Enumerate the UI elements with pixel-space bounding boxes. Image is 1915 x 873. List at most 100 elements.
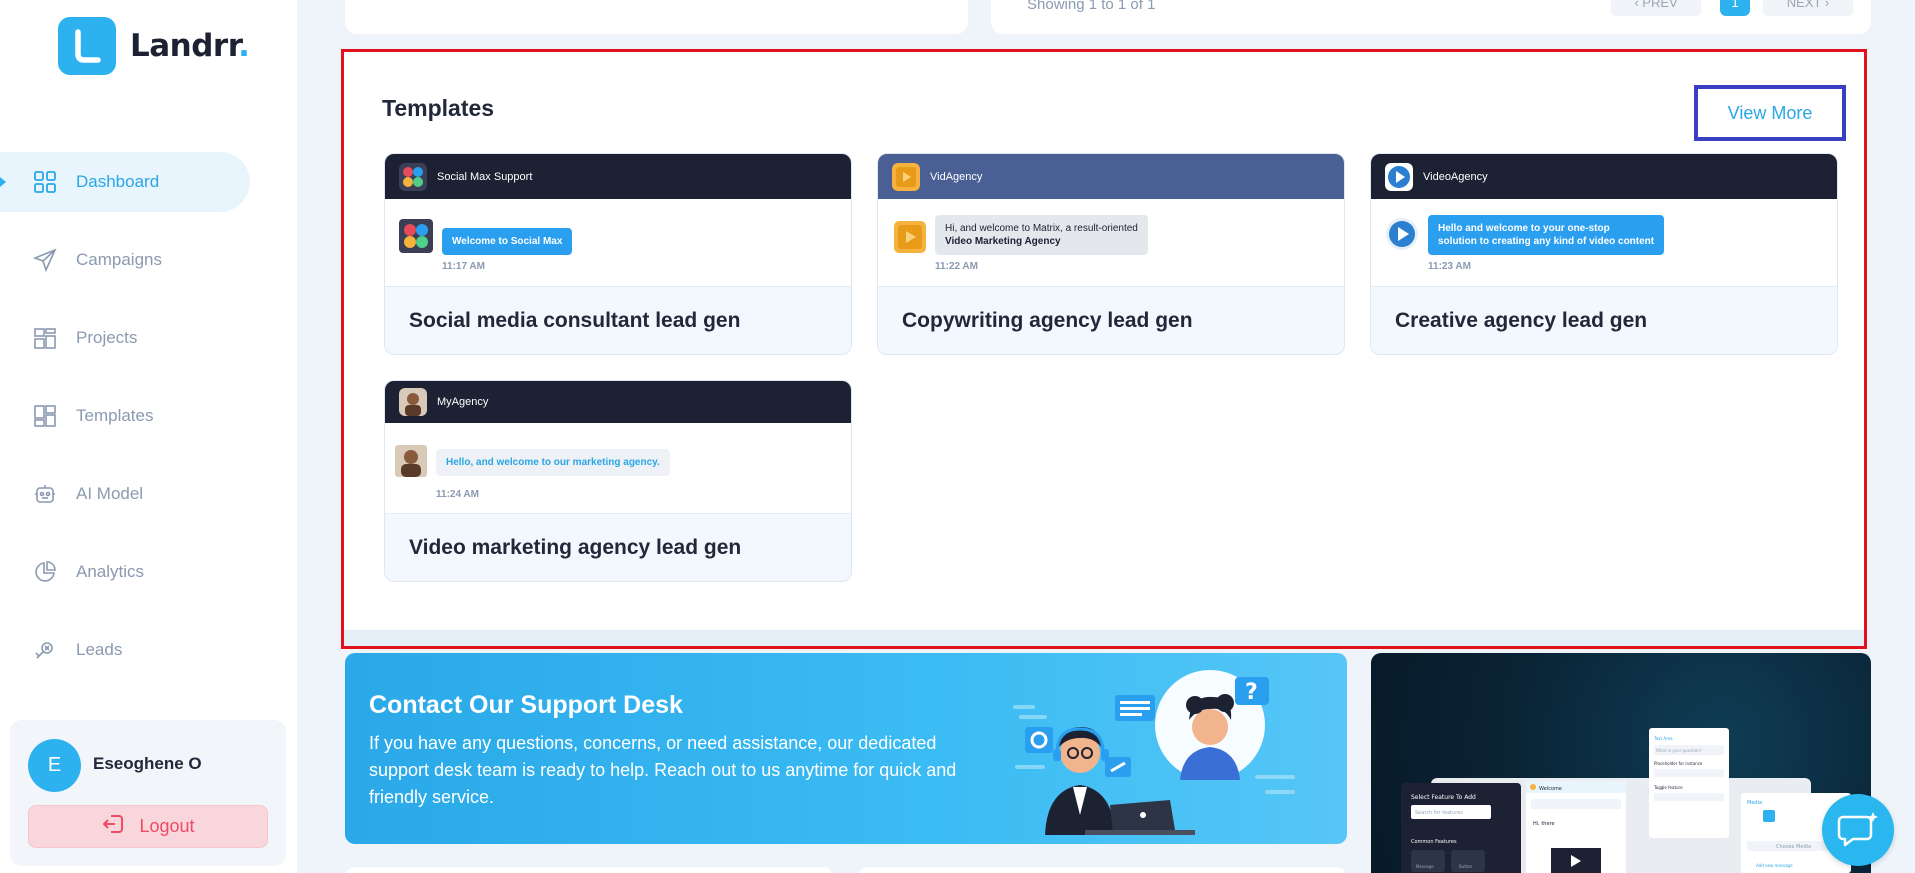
sidebar-item-templates[interactable]: Templates [0, 386, 297, 446]
logout-button[interactable]: Logout [28, 805, 268, 848]
template-title: Copywriting agency lead gen [902, 309, 1193, 332]
preview-body: Hello and welcome to your one-stop solut… [1371, 199, 1837, 287]
svg-text:Search for features: Search for features [1415, 810, 1463, 816]
preview-bot-name: VidAgency [930, 170, 983, 183]
svg-text:Placeholder for instance: Placeholder for instance [1654, 761, 1703, 766]
sidebar: Landrr. Dashboard Campaigns Projects Tem… [0, 0, 297, 873]
preview-message: Hello, and welcome to our marketing agen… [436, 449, 670, 476]
preview-bot-name: Social Max Support [437, 170, 533, 183]
projects-icon [33, 326, 57, 350]
template-card[interactable]: Social Max Support Welcome to Social Max… [384, 153, 852, 355]
top-card [345, 0, 968, 34]
sidebar-item-label: Leads [76, 640, 123, 659]
preview-header: MyAgency [385, 381, 851, 423]
svg-text:Hi, there: Hi, there [1533, 821, 1555, 827]
leads-icon [33, 638, 57, 662]
agency-photo-icon [395, 445, 427, 477]
sidebar-item-label: Projects [76, 328, 138, 347]
svg-text:What is your question?: What is your question? [1656, 748, 1702, 753]
support-body: If you have any questions, concerns, or … [369, 733, 957, 807]
sidebar-item-label: AI Model [76, 484, 144, 503]
preview-time: 11:22 AM [935, 261, 978, 272]
social-max-icon [399, 162, 427, 191]
chat-icon [1837, 812, 1878, 847]
template-card[interactable]: VideoAgency Hello and welcome to your on… [1370, 153, 1838, 355]
preview-time: 11:24 AM [436, 489, 479, 500]
builder-mockup: Select Feature To Add Search for feature… [1401, 728, 1851, 873]
support-banner: Contact Our Support Desk If you have any… [345, 653, 1347, 844]
templates-icon [33, 404, 57, 428]
panel-title: Select Feature To Add [1411, 794, 1476, 801]
paper-plane-icon [33, 248, 57, 272]
sidebar-item-label: Campaigns [76, 250, 162, 269]
template-preview: VideoAgency Hello and welcome to your on… [1371, 154, 1837, 287]
avatar[interactable]: E [28, 739, 81, 792]
brand-name: Landrr. [130, 28, 250, 64]
template-preview: VidAgency Hi, and welcome to Matrix, a r… [878, 154, 1344, 287]
preview-message: Hello and welcome to your one-stop solut… [1428, 215, 1665, 255]
svg-text:Message: Message [1416, 864, 1434, 869]
page-button[interactable]: 1 [1720, 0, 1750, 16]
sidebar-item-campaigns[interactable]: Campaigns [0, 230, 297, 290]
video-play-avatar-icon [1386, 218, 1418, 250]
template-preview: Social Max Support Welcome to Social Max… [385, 154, 851, 287]
feature-promo-card[interactable]: Select Feature To Add Search for feature… [1371, 653, 1871, 873]
showing-text: Showing 1 to 1 of 1 [1027, 0, 1156, 13]
sidebar-item-label: Analytics [76, 562, 145, 581]
pie-chart-icon [33, 560, 57, 584]
preview-body: Hi, and welcome to Matrix, a result-orie… [878, 199, 1344, 287]
svg-text:?: ? [1245, 680, 1258, 705]
svg-text:Button: Button [1459, 864, 1473, 869]
sidebar-item-projects[interactable]: Projects [0, 308, 297, 368]
template-card[interactable]: MyAgency Hello, and welcome to our marke… [384, 380, 852, 582]
svg-text:Text Area: Text Area [1653, 736, 1673, 741]
user-card: E Eseoghene O Logout [10, 720, 286, 866]
support-illustration: ? [1013, 670, 1295, 835]
preview-bot-name: VideoAgency [1423, 170, 1488, 183]
support-title: Contact Our Support Desk [369, 691, 683, 719]
view-more-button[interactable]: View More [1694, 85, 1846, 141]
logout-icon [101, 813, 125, 840]
preview-header: VidAgency [878, 154, 1344, 199]
svg-text:Choose Media: Choose Media [1776, 844, 1811, 850]
preview-body: Welcome to Social Max 11:17 AM [385, 199, 851, 287]
svg-text:Toggle feature: Toggle feature [1653, 785, 1683, 790]
section-title: Templates [382, 95, 495, 121]
svg-text:Welcome: Welcome [1539, 786, 1562, 792]
preview-body: Hello, and welcome to our marketing agen… [385, 423, 851, 511]
preview-time: 11:17 AM [442, 261, 485, 272]
prev-button[interactable]: ‹ PREV [1611, 0, 1701, 16]
brand-logo[interactable]: Landrr. [58, 17, 250, 75]
robot-icon [33, 482, 57, 506]
templates-section: Templates View More Social Max Support W… [341, 49, 1867, 649]
sidebar-item-ai-model[interactable]: AI Model [0, 464, 297, 524]
svg-text:Add new message: Add new message [1756, 863, 1793, 868]
preview-bot-name: MyAgency [437, 396, 489, 408]
video-play-icon [1385, 162, 1413, 191]
svg-text:Common Features: Common Features [1411, 839, 1457, 845]
chat-button[interactable] [1822, 794, 1894, 866]
sidebar-item-analytics[interactable]: Analytics [0, 542, 297, 602]
next-button[interactable]: NEXT › [1763, 0, 1853, 16]
agency-avatar-icon [399, 388, 427, 416]
user-name: Eseoghene O [93, 754, 202, 773]
template-card[interactable]: VidAgency Hi, and welcome to Matrix, a r… [877, 153, 1345, 355]
preview-time: 11:23 AM [1428, 261, 1471, 272]
preview-message: Welcome to Social Max [442, 228, 573, 255]
bottom-card [345, 867, 833, 873]
template-title: Video marketing agency lead gen [409, 536, 742, 559]
play-icon [892, 162, 920, 191]
sidebar-item-leads[interactable]: Leads [0, 620, 297, 680]
section-footer [344, 630, 1864, 646]
template-preview: MyAgency Hello, and welcome to our marke… [385, 381, 851, 514]
sidebar-item-dashboard[interactable]: Dashboard [0, 152, 250, 212]
social-max-avatar-icon [399, 219, 433, 253]
preview-header: VideoAgency [1371, 154, 1837, 199]
logout-label: Logout [139, 816, 195, 836]
logo-icon [58, 17, 116, 75]
play-avatar-icon [894, 221, 926, 253]
sidebar-nav: Dashboard Campaigns Projects Templates A… [0, 152, 297, 698]
preview-header: Social Max Support [385, 154, 851, 199]
bottom-card [858, 867, 1346, 873]
svg-text:Media: Media [1747, 800, 1762, 806]
